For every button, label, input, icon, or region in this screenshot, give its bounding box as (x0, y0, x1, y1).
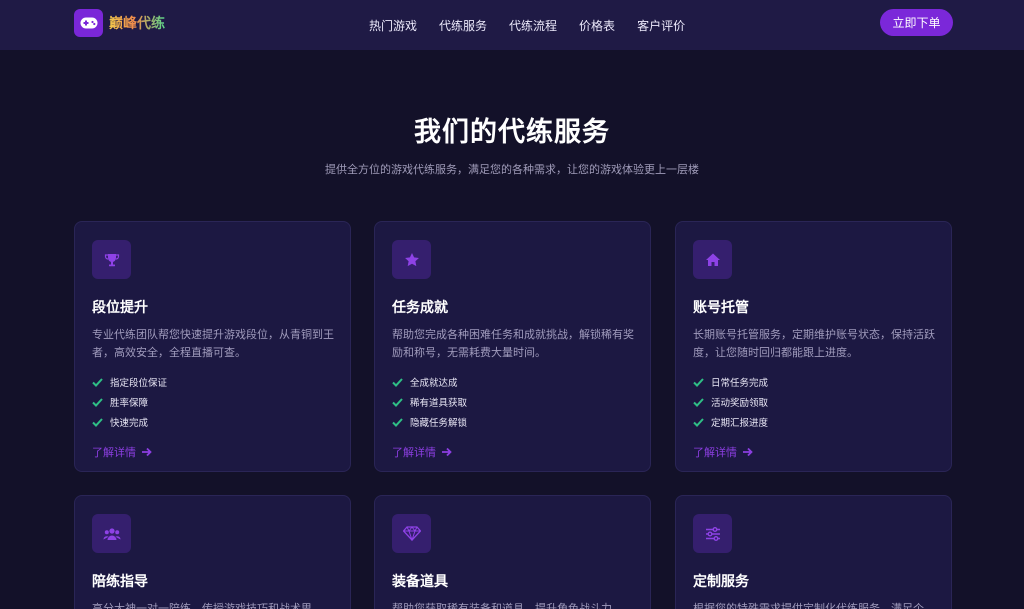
feature-label: 全成就达成 (410, 378, 458, 389)
service-card-rank-boost: 段位提升 专业代练团队帮您快速提升游戏段位，从青铜到王者，高效安全，全程直播可查… (74, 221, 351, 472)
nav-link-process[interactable]: 代练流程 (509, 17, 557, 34)
sliders-icon (693, 514, 732, 553)
order-now-button[interactable]: 立即下单 (880, 9, 953, 36)
feature-item: 稀有道具获取 (392, 392, 633, 412)
gem-icon (392, 514, 431, 553)
check-icon (693, 417, 705, 427)
check-icon (693, 397, 705, 407)
card-title: 任务成就 (392, 300, 448, 316)
card-title: 段位提升 (92, 300, 148, 316)
feature-item: 隐藏任务解锁 (392, 412, 633, 432)
check-icon (392, 397, 404, 407)
feature-label: 日常任务完成 (711, 378, 769, 389)
learn-more-link[interactable]: 了解详情 (392, 444, 633, 460)
service-card-coaching: 陪练指导 高分大神一对一陪练，传授游戏技巧和战术思 (74, 495, 351, 609)
feature-item: 定期汇报进度 (693, 412, 934, 432)
feature-label: 快速完成 (110, 418, 149, 429)
card-description: 长期账号托管服务，定期维护账号状态，保持活跃度，让您随时回归都能跟上进度。 (693, 328, 935, 359)
card-description: 根据您的特殊需求提供定制化代练服务，满足个 (693, 602, 924, 609)
card-title: 装备道具 (392, 574, 448, 590)
check-icon (392, 377, 404, 387)
section-subtitle: 提供全方位的游戏代练服务，满足您的各种需求，让您的游戏体验更上一层楼 (325, 163, 699, 176)
learn-more-label: 了解详情 (92, 446, 136, 459)
feature-item: 全成就达成 (392, 372, 633, 392)
learn-more-link[interactable]: 了解详情 (92, 444, 333, 460)
trophy-icon (92, 240, 131, 279)
feature-label: 活动奖励领取 (711, 398, 769, 409)
feature-item: 胜率保障 (92, 392, 333, 412)
feature-item: 活动奖励领取 (693, 392, 934, 412)
check-icon (92, 417, 104, 427)
feature-label: 稀有道具获取 (410, 398, 468, 409)
learn-more-label: 了解详情 (693, 446, 737, 459)
feature-label: 隐藏任务解锁 (410, 418, 468, 429)
nav-link-services[interactable]: 代练服务 (439, 17, 487, 34)
arrow-right-icon (142, 447, 152, 457)
navbar: 巅峰代练 热门游戏 代练服务 代练流程 价格表 客户评价 立即下单 (0, 0, 1024, 50)
feature-item: 日常任务完成 (693, 372, 934, 392)
feature-label: 胜率保障 (110, 398, 149, 409)
nav-link-pricing[interactable]: 价格表 (579, 17, 615, 34)
card-description: 帮助您完成各种困难任务和成就挑战，解锁稀有奖励和称号，无需耗费大量时间。 (392, 328, 634, 359)
nav-link-reviews[interactable]: 客户评价 (637, 17, 685, 34)
card-title: 陪练指导 (92, 574, 148, 590)
star-icon (392, 240, 431, 279)
card-description: 高分大神一对一陪练，传授游戏技巧和战术思 (92, 602, 312, 609)
nav-menu: 热门游戏 代练服务 代练流程 价格表 客户评价 (369, 0, 707, 50)
card-title: 账号托管 (693, 300, 749, 316)
feature-item: 快速完成 (92, 412, 333, 432)
check-icon (92, 377, 104, 387)
users-icon (92, 514, 131, 553)
section-title: 我们的代练服务 (414, 117, 610, 148)
feature-list: 指定段位保证 胜率保障 快速完成 (92, 372, 333, 432)
feature-label: 定期汇报进度 (711, 418, 769, 429)
feature-list: 日常任务完成 活动奖励领取 定期汇报进度 (693, 372, 934, 432)
service-card-achievements: 任务成就 帮助您完成各种困难任务和成就挑战，解锁稀有奖励和称号，无需耗费大量时间… (374, 221, 651, 472)
check-icon (92, 397, 104, 407)
gamepad-icon (74, 9, 103, 37)
check-icon (693, 377, 705, 387)
arrow-right-icon (442, 447, 452, 457)
feature-label: 指定段位保证 (110, 378, 168, 389)
card-title: 定制服务 (693, 574, 749, 590)
check-icon (392, 417, 404, 427)
learn-more-label: 了解详情 (392, 446, 436, 459)
brand-name: 巅峰代练 (109, 13, 165, 33)
card-description: 帮助您获取稀有装备和道具，提升角色战斗力， (392, 602, 623, 609)
service-card-account-hosting: 账号托管 长期账号托管服务，定期维护账号状态，保持活跃度，让您随时回归都能跟上进… (675, 221, 952, 472)
service-card-equipment: 装备道具 帮助您获取稀有装备和道具，提升角色战斗力， (374, 495, 651, 609)
brand-logo[interactable]: 巅峰代练 (74, 9, 165, 37)
card-description: 专业代练团队帮您快速提升游戏段位，从青铜到王者，高效安全，全程直播可查。 (92, 328, 334, 359)
nav-link-hot-games[interactable]: 热门游戏 (369, 17, 417, 34)
feature-item: 指定段位保证 (92, 372, 333, 392)
arrow-right-icon (743, 447, 753, 457)
learn-more-link[interactable]: 了解详情 (693, 444, 934, 460)
feature-list: 全成就达成 稀有道具获取 隐藏任务解锁 (392, 372, 633, 432)
service-card-custom: 定制服务 根据您的特殊需求提供定制化代练服务，满足个 (675, 495, 952, 609)
home-icon (693, 240, 732, 279)
